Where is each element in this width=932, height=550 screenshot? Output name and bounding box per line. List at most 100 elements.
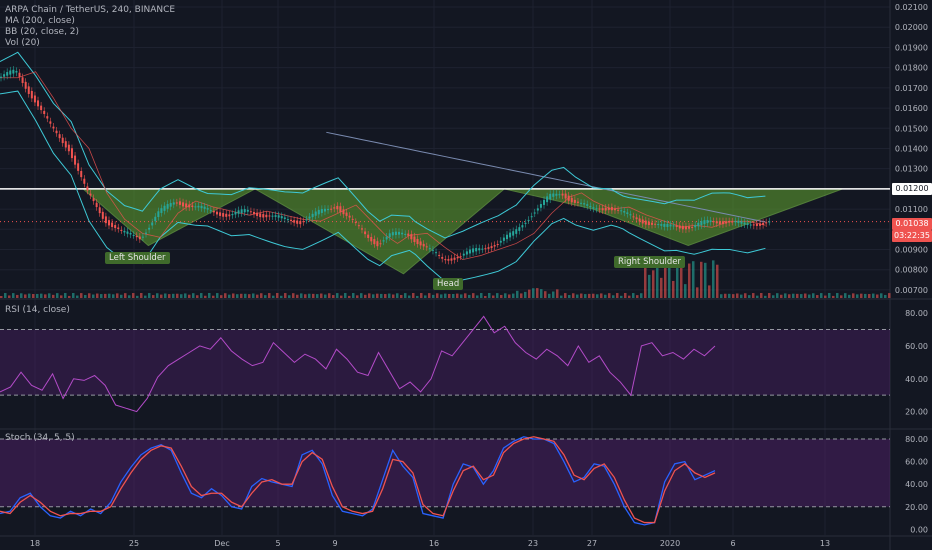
volume-bar xyxy=(712,260,715,298)
volume-bar xyxy=(844,293,847,298)
pattern-triangle xyxy=(504,188,843,246)
stoch-pane-label[interactable]: Stoch (34, 5, 5) xyxy=(5,433,75,443)
candle xyxy=(0,76,2,78)
volume-bar xyxy=(180,294,183,298)
candle xyxy=(462,253,465,256)
countdown-tag: 03:22:35 xyxy=(892,230,932,242)
volume-bar xyxy=(68,295,71,298)
candle xyxy=(472,248,475,253)
candle xyxy=(567,195,570,201)
candle xyxy=(311,213,314,218)
volume-bar xyxy=(52,294,55,298)
candle xyxy=(360,228,363,230)
candle xyxy=(573,199,576,203)
rsi-band xyxy=(0,329,890,396)
volume-bar xyxy=(192,293,195,298)
candle xyxy=(231,214,234,216)
volume-bar xyxy=(368,293,371,298)
candle xyxy=(610,207,613,211)
candle xyxy=(299,220,302,225)
rsi-axis-tick: 40.00 xyxy=(905,375,928,384)
volume-bar xyxy=(256,294,259,298)
volume-bar xyxy=(664,267,667,298)
candle xyxy=(641,219,644,224)
volume-bar xyxy=(588,293,591,298)
candle xyxy=(151,222,154,226)
candle xyxy=(755,223,758,226)
volume-bar xyxy=(568,295,571,298)
volume-bar xyxy=(596,294,599,298)
candle xyxy=(209,210,212,212)
volume-bar xyxy=(484,295,487,298)
candle xyxy=(681,225,684,230)
candle xyxy=(502,237,505,241)
candle xyxy=(154,216,157,222)
candle xyxy=(694,225,697,228)
legend-symbol[interactable]: ARPA Chain / TetherUS, 240, BINANCE xyxy=(5,5,175,16)
price-axis-tick: 0.01800 xyxy=(895,64,928,73)
volume-bar xyxy=(392,294,395,298)
candle xyxy=(83,178,86,184)
candle xyxy=(178,201,181,205)
volume-bar xyxy=(744,293,747,298)
candle xyxy=(379,243,382,245)
volume-bar xyxy=(424,295,427,298)
price-axis-tick: 0.01600 xyxy=(895,104,928,113)
right-shoulder-label: Right Shoulder xyxy=(614,256,685,268)
candle xyxy=(98,207,101,214)
legend-ma[interactable]: MA (200, close) xyxy=(5,16,175,27)
candle xyxy=(762,222,765,225)
price-axis-tick: 0.01900 xyxy=(895,43,928,52)
volume-bar xyxy=(784,293,787,298)
candle xyxy=(107,220,110,226)
candle xyxy=(203,206,206,209)
rsi-pane-label[interactable]: RSI (14, close) xyxy=(5,305,70,315)
volume-bar xyxy=(688,263,691,298)
candle xyxy=(339,206,342,213)
candle xyxy=(323,208,326,212)
price-axis-tick: 0.01100 xyxy=(895,205,928,214)
volume-bar xyxy=(40,293,43,298)
candle xyxy=(194,206,197,208)
volume-bar xyxy=(552,291,555,298)
candle xyxy=(351,218,354,220)
volume-bar xyxy=(692,261,695,298)
candle xyxy=(129,232,132,235)
volume-bar xyxy=(308,293,311,298)
candle xyxy=(3,74,6,77)
candle xyxy=(431,249,434,251)
candle xyxy=(638,218,641,222)
volume-bar xyxy=(532,288,535,298)
candle xyxy=(24,81,27,89)
volume-bar xyxy=(700,261,703,298)
candle xyxy=(314,211,317,216)
volume-bar xyxy=(56,293,59,298)
volume-bar xyxy=(880,293,883,298)
trading-chart[interactable]: 0.02100 0.02000 0.01900 0.01800 0.01700 0.016… xyxy=(0,0,932,550)
volume-bar xyxy=(372,294,375,298)
legend-bb[interactable]: BB (20, close, 2) xyxy=(5,27,175,38)
candle xyxy=(419,241,422,246)
volume-bar xyxy=(24,294,27,298)
candle xyxy=(465,251,468,255)
volume-bar xyxy=(612,295,615,298)
candle xyxy=(654,223,657,225)
volume-bar xyxy=(828,293,831,298)
volume-bar xyxy=(480,293,483,298)
candle xyxy=(475,248,478,252)
volume-bar xyxy=(768,293,771,298)
legend-vol[interactable]: Vol (20) xyxy=(5,38,175,49)
candle xyxy=(706,220,709,224)
candle xyxy=(583,203,586,205)
candle xyxy=(441,257,444,259)
candle xyxy=(617,209,620,211)
candle xyxy=(148,227,151,230)
candle xyxy=(450,258,453,261)
volume-bar xyxy=(408,295,411,298)
candle xyxy=(388,233,391,238)
candle xyxy=(613,208,616,211)
candle xyxy=(595,208,598,210)
volume-bar xyxy=(348,295,351,298)
volume-bar xyxy=(184,293,187,298)
volume-bar xyxy=(764,295,767,298)
